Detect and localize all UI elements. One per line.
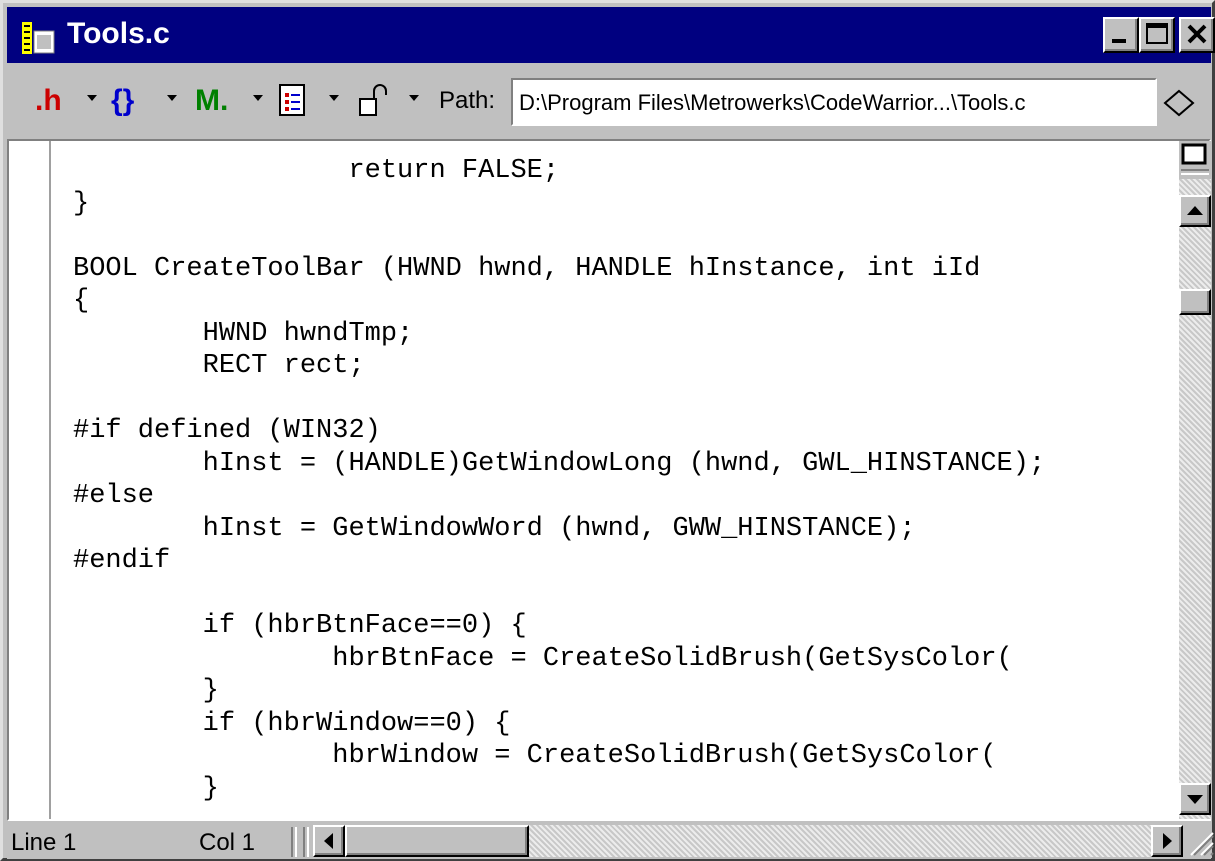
status-divider [291, 827, 297, 857]
code-line[interactable] [73, 578, 1179, 611]
close-button[interactable] [1179, 17, 1215, 53]
document-settings-icon [279, 84, 305, 116]
code-line[interactable]: { [73, 285, 1179, 318]
arrow-down-icon [1187, 795, 1203, 804]
code-line[interactable]: HWND hwndTmp; [73, 318, 1179, 351]
code-line[interactable]: if (hbrBtnFace==0) { [73, 610, 1179, 643]
minimize-button[interactable] [1103, 17, 1139, 53]
resize-grip-icon[interactable] [1183, 825, 1215, 857]
window-title: Tools.c [67, 17, 170, 50]
editor-window: Tools.c .h {} M. Path: D:\Program Files\… [0, 0, 1215, 861]
maximize-icon [1146, 23, 1168, 44]
status-bar: Line 1 Col 1 [7, 823, 1214, 859]
code-line[interactable]: if (hbrWindow==0) { [73, 708, 1179, 741]
code-line[interactable] [73, 220, 1179, 253]
line-indicator[interactable]: Line 1 [11, 829, 76, 857]
path-label: Path: [439, 87, 496, 114]
title-bar[interactable]: Tools.c [7, 7, 1215, 63]
chevron-down-icon[interactable] [165, 93, 179, 103]
horizontal-scrollbar[interactable] [313, 825, 1183, 857]
code-text[interactable]: return FALSE;} BOOL CreateToolBar (HWND h… [73, 155, 1179, 805]
functions-popup-button[interactable]: {} [111, 83, 134, 119]
header-files-popup-button[interactable]: .h [35, 83, 62, 119]
chevron-down-icon[interactable] [251, 93, 265, 103]
code-line[interactable]: RECT rect; [73, 350, 1179, 383]
scroll-down-button[interactable] [1179, 783, 1211, 815]
chevron-down-icon[interactable] [85, 93, 99, 103]
split-pane-icon [1181, 143, 1209, 175]
code-line[interactable]: } [73, 188, 1179, 221]
scroll-left-button[interactable] [313, 825, 345, 857]
minimize-icon [1112, 39, 1126, 43]
document-icon [21, 21, 55, 55]
code-line[interactable]: #if defined (WIN32) [73, 415, 1179, 448]
chevron-down-icon[interactable] [327, 93, 341, 103]
arrow-up-icon [1187, 206, 1203, 215]
code-line[interactable]: } [73, 675, 1179, 708]
functions-icon: {} [111, 84, 135, 117]
vertical-scrollbar[interactable] [1179, 141, 1211, 819]
markers-popup-button[interactable]: M. [195, 83, 228, 119]
status-divider [303, 827, 309, 857]
editor-toolbar: .h {} M. Path: D:\Program Files\Metrower… [7, 67, 1211, 137]
code-line[interactable]: hbrBtnFace = CreateSolidBrush(GetSysColo… [73, 643, 1179, 676]
vertical-scroll-thumb[interactable] [1179, 289, 1211, 315]
code-line[interactable]: hInst = GetWindowWord (hwnd, GWW_HINSTAN… [73, 513, 1179, 546]
code-editor[interactable]: return FALSE;} BOOL CreateToolBar (HWND h… [9, 141, 1179, 819]
path-field[interactable]: D:\Program Files\Metrowerks\CodeWarrior.… [511, 78, 1157, 126]
code-line[interactable]: return FALSE; [73, 155, 1179, 188]
scroll-right-button[interactable] [1151, 825, 1183, 857]
lock-button[interactable] [357, 83, 391, 119]
code-line[interactable]: #else [73, 480, 1179, 513]
chevron-down-icon[interactable] [407, 93, 421, 103]
header-file-icon: .h [35, 84, 62, 117]
document-settings-button[interactable] [277, 83, 309, 119]
arrow-left-icon [324, 833, 333, 849]
maximize-button[interactable] [1139, 17, 1175, 53]
arrow-right-icon [1163, 833, 1172, 849]
gutter-divider [49, 141, 51, 819]
scroll-up-button[interactable] [1179, 195, 1211, 227]
code-line[interactable]: hInst = (HANDLE)GetWindowLong (hwnd, GWL… [73, 448, 1179, 481]
column-indicator: Col 1 [199, 829, 256, 856]
diamond-icon[interactable] [1161, 89, 1197, 117]
code-line[interactable]: #endif [73, 545, 1179, 578]
pane-splitter[interactable] [1179, 141, 1211, 179]
unlock-icon [359, 84, 387, 116]
code-line[interactable]: hbrWindow = CreateSolidBrush(GetSysColor… [73, 740, 1179, 773]
code-line[interactable]: } [73, 773, 1179, 806]
code-line[interactable] [73, 383, 1179, 416]
markers-icon: M. [195, 84, 229, 117]
close-icon [1187, 24, 1207, 44]
horizontal-scroll-thumb[interactable] [345, 825, 529, 857]
code-line[interactable]: BOOL CreateToolBar (HWND hwnd, HANDLE hI… [73, 253, 1179, 286]
